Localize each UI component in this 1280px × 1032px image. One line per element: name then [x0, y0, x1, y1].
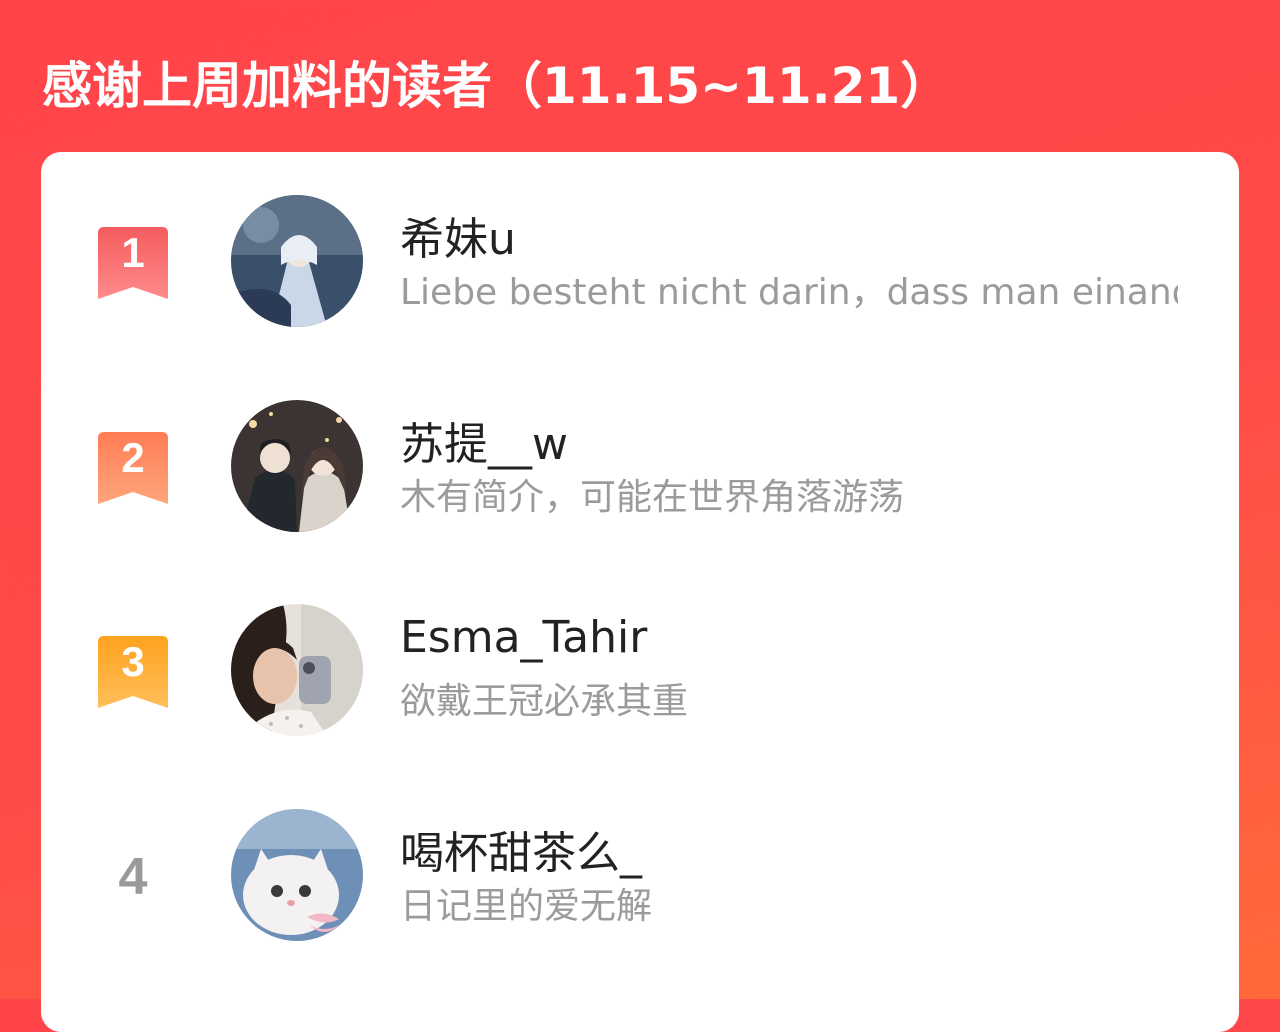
reader-bio: 日记里的爱无解 [400, 886, 653, 927]
avatar[interactable] [231, 400, 363, 532]
avatar[interactable] [231, 195, 363, 327]
rank-badge-3: 3 [98, 636, 168, 708]
reader-name: 苏提__w [400, 419, 568, 470]
rank-number: 3 [121, 638, 145, 685]
reader-name: Esma_Tahir [400, 612, 648, 663]
list-item[interactable]: 3 Esma_Tahir 欲戴王冠必承其重 [41, 604, 1239, 744]
rank-number: 2 [121, 434, 145, 481]
reader-name: 喝杯甜茶么_ [400, 828, 642, 879]
rank-number: 1 [121, 229, 145, 276]
avatar[interactable] [231, 604, 363, 736]
list-item[interactable]: 4 喝杯甜茶么_ 日记里的爱无解 [41, 809, 1239, 949]
reader-bio: Liebe besteht nicht darin，dass man einan… [400, 272, 1178, 313]
rank-badge-2: 2 [98, 432, 168, 504]
reader-bio: 欲戴王冠必承其重 [400, 681, 689, 722]
reader-bio: 木有简介，可能在世界角落游荡 [400, 477, 905, 518]
avatar[interactable] [231, 809, 363, 941]
list-item[interactable]: 2 苏提__w 木有简介，可能在世界角落游荡 [41, 400, 1239, 540]
rank-number: 4 [118, 848, 148, 906]
reader-list-card: 1 希妹u Liebe besteht nicht darin，dass man… [41, 152, 1239, 1032]
rank-badge-1: 1 [98, 227, 168, 299]
page-title: 感谢上周加料的读者（11.15~11.21） [42, 57, 951, 115]
reader-name: 希妹u [400, 214, 516, 265]
list-item[interactable]: 1 希妹u Liebe besteht nicht darin，dass man… [41, 195, 1239, 335]
